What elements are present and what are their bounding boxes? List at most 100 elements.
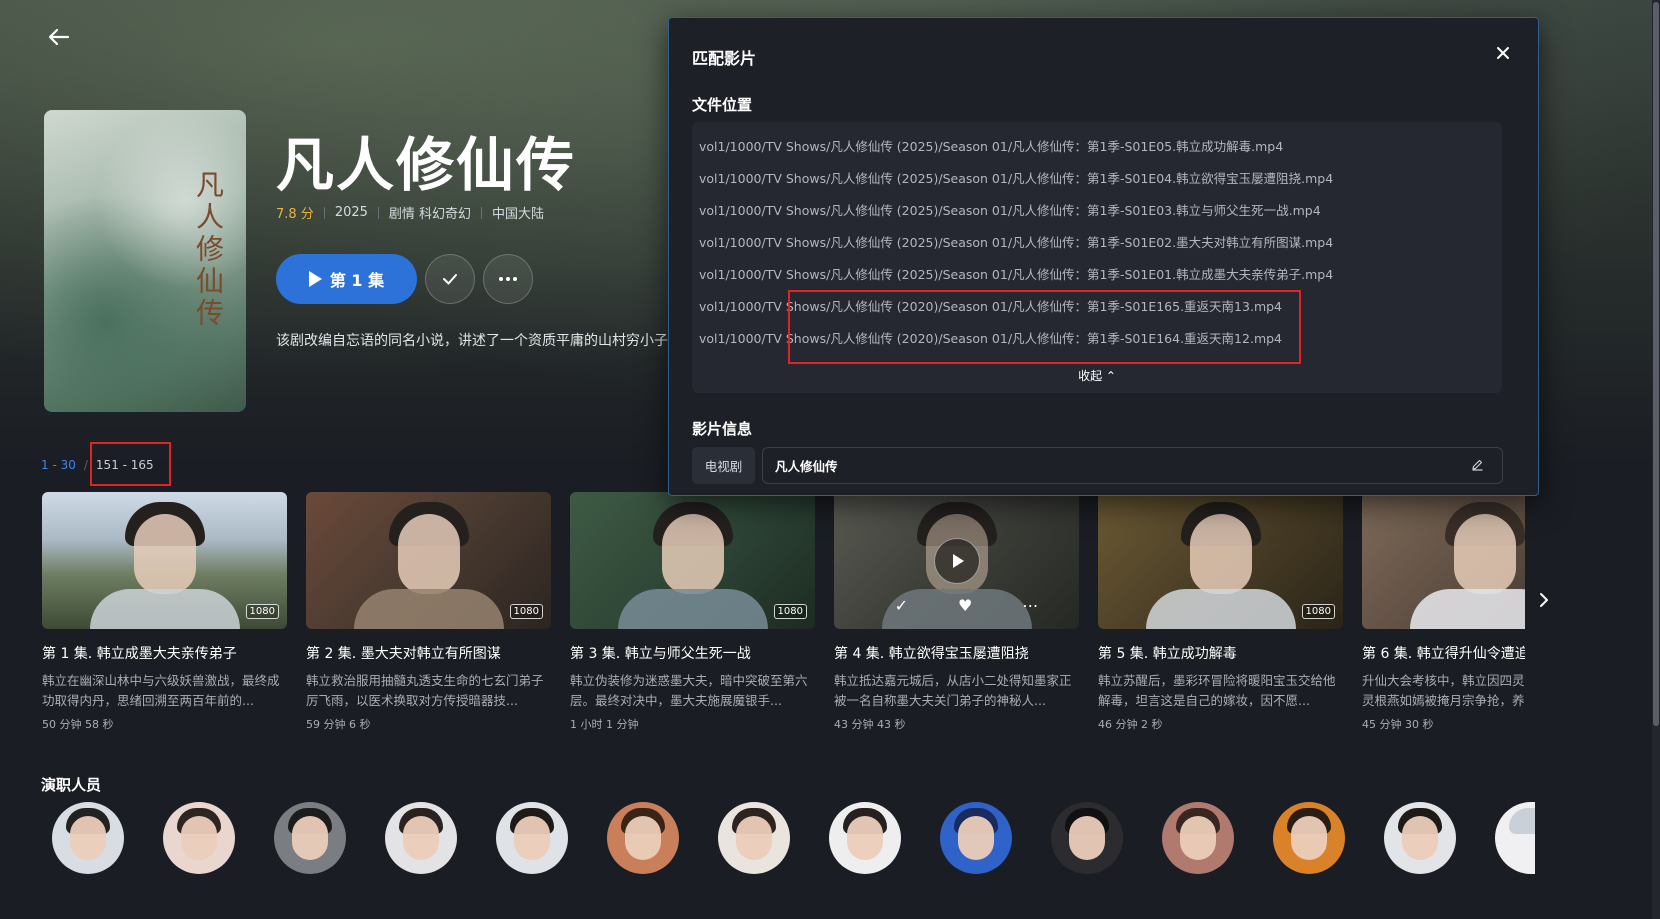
next-episodes-button[interactable] bbox=[1538, 592, 1550, 613]
file-path-row[interactable]: vol1/1000/TV Shows/凡人修仙传 (2025)/Season 0… bbox=[699, 264, 1333, 296]
year: 2025 bbox=[334, 205, 368, 220]
collapse-button[interactable]: 收起 ⌃ bbox=[692, 367, 1502, 384]
cast-avatar[interactable] bbox=[1495, 802, 1535, 874]
episode-thumbnail[interactable]: 1080 bbox=[306, 492, 551, 629]
episode-thumbnail[interactable]: ✓ ♥ ⋯ bbox=[834, 492, 1079, 629]
range-tab-active[interactable]: 1 - 30 bbox=[41, 458, 76, 472]
file-rows: vol1/1000/TV Shows/凡人修仙传 (2025)/Season 0… bbox=[699, 136, 1333, 360]
divider bbox=[377, 206, 379, 219]
episode-title[interactable]: 第 2 集. 墨大夫对韩立有所图谋 bbox=[306, 643, 551, 663]
heart-icon[interactable]: ♥ bbox=[958, 596, 972, 615]
play-button[interactable]: 第 1 集 bbox=[276, 254, 417, 304]
thumb-figure bbox=[1409, 589, 1525, 629]
more-options-button[interactable] bbox=[483, 254, 533, 304]
scrollbar-thumb[interactable] bbox=[1653, 2, 1659, 726]
episode-title[interactable]: 第 1 集. 韩立成墨大夫亲传弟子 bbox=[42, 643, 287, 663]
episode-card[interactable]: 1080 第 5 集. 韩立成功解毒 韩立苏醒后，墨彩环冒险将暖阳宝玉交给他解毒… bbox=[1098, 492, 1343, 732]
episode-thumbnail[interactable] bbox=[1362, 492, 1525, 629]
action-bar: 第 1 集 bbox=[276, 254, 533, 304]
close-button[interactable] bbox=[1496, 44, 1510, 65]
episode-thumbnail[interactable]: 1080 bbox=[570, 492, 815, 629]
media-title-field[interactable]: 凡人修仙传 bbox=[762, 447, 1503, 484]
cast-avatar[interactable] bbox=[718, 802, 790, 874]
cast-avatar[interactable] bbox=[52, 802, 124, 874]
cast-avatar[interactable] bbox=[1051, 802, 1123, 874]
episode-range-selector: 1 - 30 / 151 - 165 bbox=[41, 458, 154, 472]
page-scrollbar[interactable] bbox=[1652, 0, 1660, 919]
range-separator: / bbox=[83, 458, 88, 472]
episode-card[interactable]: ✓ ♥ ⋯ 第 4 集. 韩立欲得宝玉屡遭阻挠 韩立抵达嘉元城后，从店小二处得知… bbox=[834, 492, 1079, 732]
edit-icon[interactable] bbox=[1471, 458, 1484, 475]
thumb-figure bbox=[89, 589, 240, 629]
rating: 7.8 分 bbox=[276, 207, 314, 222]
episode-title[interactable]: 第 6 集. 韩立得升仙令遭追杀 bbox=[1362, 643, 1525, 663]
episode-thumbnail[interactable]: 1080 bbox=[42, 492, 287, 629]
cast-avatar[interactable] bbox=[940, 802, 1012, 874]
show-title: 凡人修仙传 bbox=[276, 131, 577, 199]
play-icon bbox=[952, 554, 964, 568]
cast-list bbox=[52, 802, 1535, 874]
episode-card[interactable]: 1080 第 1 集. 韩立成墨大夫亲传弟子 韩立在幽深山林中与六级妖兽激战，最… bbox=[42, 492, 287, 732]
thumb-figure bbox=[1145, 589, 1296, 629]
episode-play-button[interactable] bbox=[933, 538, 980, 584]
close-icon bbox=[1497, 47, 1509, 59]
cast-avatar[interactable] bbox=[1273, 802, 1345, 874]
cast-avatar[interactable] bbox=[163, 802, 235, 874]
episode-description: 韩立苏醒后，墨彩环冒险将暖阳宝玉交给他解毒，坦言这是自己的嫁妆，因不愿... bbox=[1098, 673, 1336, 708]
arrow-left-icon bbox=[48, 28, 70, 46]
thumb-figure bbox=[1453, 514, 1516, 594]
episode-title[interactable]: 第 5 集. 韩立成功解毒 bbox=[1098, 643, 1343, 663]
file-path-row[interactable]: vol1/1000/TV Shows/凡人修仙传 (2020)/Season 0… bbox=[699, 296, 1333, 328]
pencil-icon bbox=[1472, 459, 1483, 471]
file-location-list[interactable]: vol1/1000/TV Shows/凡人修仙传 (2025)/Season 0… bbox=[692, 122, 1502, 393]
episode-title[interactable]: 第 3 集. 韩立与师父生死一战 bbox=[570, 643, 815, 663]
resolution-badge: 1080 bbox=[509, 604, 543, 619]
show-meta: 7.8 分 2025 剧情 科幻奇幻 中国大陆 bbox=[276, 203, 544, 222]
media-info-label: 影片信息 bbox=[692, 420, 753, 438]
episode-duration: 45 分钟 30 秒 bbox=[1362, 718, 1434, 731]
episode-title[interactable]: 第 4 集. 韩立欲得宝玉屡遭阻挠 bbox=[834, 643, 1079, 663]
cast-avatar[interactable] bbox=[1384, 802, 1456, 874]
file-path-row[interactable]: vol1/1000/TV Shows/凡人修仙传 (2025)/Season 0… bbox=[699, 200, 1333, 232]
resolution-badge: 1080 bbox=[245, 604, 279, 619]
episode-list: 1080 第 1 集. 韩立成墨大夫亲传弟子 韩立在幽深山林中与六级妖兽激战，最… bbox=[42, 492, 1525, 732]
file-path-row[interactable]: vol1/1000/TV Shows/凡人修仙传 (2025)/Season 0… bbox=[699, 168, 1333, 200]
episode-description: 升仙大会考核中，韩立因四灵根资质被判天灵根燕如嫣被掩月宗争抢，养... bbox=[1362, 673, 1525, 708]
mark-watched-button[interactable] bbox=[425, 254, 475, 304]
episode-card[interactable]: 1080 第 3 集. 韩立与师父生死一战 韩立伪装修为迷惑墨大夫，暗中突破至第… bbox=[570, 492, 815, 732]
cast-avatar[interactable] bbox=[496, 802, 568, 874]
episode-card[interactable]: 1080 第 2 集. 墨大夫对韩立有所图谋 韩立救治服用抽髓丸透支生命的七玄门… bbox=[306, 492, 551, 732]
episode-duration: 46 分钟 2 秒 bbox=[1098, 718, 1163, 731]
cast-section-title: 演职人员 bbox=[41, 776, 102, 794]
file-path-row[interactable]: vol1/1000/TV Shows/凡人修仙传 (2025)/Season 0… bbox=[699, 136, 1333, 168]
cast-avatar[interactable] bbox=[1162, 802, 1234, 874]
more-dots-icon[interactable]: ⋯ bbox=[1022, 596, 1038, 615]
episode-card[interactable]: 第 6 集. 韩立得升仙令遭追杀 升仙大会考核中，韩立因四灵根资质被判天灵根燕如… bbox=[1362, 492, 1525, 732]
media-type-tag[interactable]: 电视剧 bbox=[692, 447, 755, 484]
thumb-figure bbox=[1189, 514, 1252, 594]
check-icon[interactable]: ✓ bbox=[895, 596, 908, 615]
episode-duration: 1 小时 1 分钟 bbox=[570, 718, 639, 731]
thumb-figure bbox=[133, 514, 196, 594]
thumb-figure bbox=[661, 514, 724, 594]
match-media-dialog: 匹配影片 文件位置 vol1/1000/TV Shows/凡人修仙传 (2025… bbox=[668, 17, 1539, 496]
episode-description: 韩立伪装修为迷惑墨大夫，暗中突破至第六层。最终对决中，墨大夫施展魔银手... bbox=[570, 673, 808, 708]
check-icon bbox=[443, 274, 457, 285]
chevron-right-icon bbox=[1540, 593, 1548, 607]
episode-duration: 59 分钟 6 秒 bbox=[306, 718, 371, 731]
divider bbox=[323, 206, 325, 219]
cast-avatar[interactable] bbox=[385, 802, 457, 874]
range-tab-other[interactable]: 151 - 165 bbox=[96, 458, 154, 472]
back-button[interactable] bbox=[48, 26, 74, 52]
file-path-row[interactable]: vol1/1000/TV Shows/凡人修仙传 (2020)/Season 0… bbox=[699, 328, 1333, 360]
file-path-row[interactable]: vol1/1000/TV Shows/凡人修仙传 (2025)/Season 0… bbox=[699, 232, 1333, 264]
episode-thumbnail[interactable]: 1080 bbox=[1098, 492, 1343, 629]
media-info-row: 电视剧 凡人修仙传 bbox=[692, 447, 1503, 484]
cast-avatar[interactable] bbox=[607, 802, 679, 874]
dialog-title: 匹配影片 bbox=[692, 49, 757, 68]
file-location-label: 文件位置 bbox=[692, 96, 753, 114]
cast-avatar[interactable] bbox=[829, 802, 901, 874]
divider bbox=[481, 206, 483, 219]
media-title-value: 凡人修仙传 bbox=[775, 459, 838, 474]
cast-avatar[interactable] bbox=[274, 802, 346, 874]
